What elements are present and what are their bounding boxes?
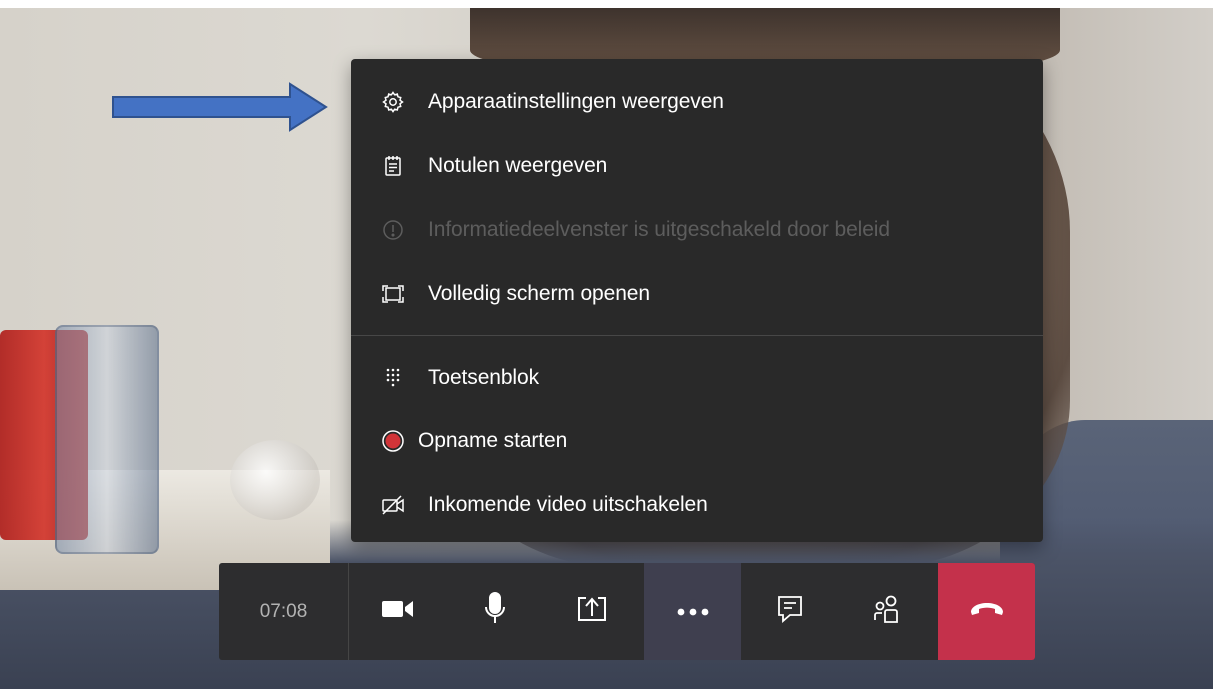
info-icon [381,218,405,242]
menu-item-keypad[interactable]: Toetsenblok [351,353,1043,403]
hang-up-button[interactable] [938,563,1035,660]
menu-item-label: Inkomende video uitschakelen [428,493,708,516]
more-actions-menu: Apparaatinstellingen weergeven Notulen w… [351,59,1043,542]
camera-button[interactable] [349,563,446,660]
camera-icon [381,597,415,626]
notes-icon [381,154,405,178]
video-top-edge [0,0,1213,8]
participants-button[interactable] [838,563,935,660]
chat-button[interactable] [741,563,838,660]
hang-up-icon [970,602,1004,621]
menu-item-fullscreen[interactable]: Volledig scherm openen [351,269,1043,319]
menu-item-label: Toetsenblok [428,366,539,389]
call-timer: 07:08 [219,563,349,660]
menu-item-incoming-video-off[interactable]: Inkomende video uitschakelen [351,480,1043,530]
share-screen-icon [576,594,608,629]
more-actions-button[interactable] [644,563,741,660]
share-screen-button[interactable] [543,563,640,660]
menu-item-device-settings[interactable]: Apparaatinstellingen weergeven [351,77,1043,127]
menu-item-label: Volledig scherm openen [428,282,650,305]
menu-divider [351,335,1043,336]
annotation-arrow-icon [112,82,328,132]
menu-item-label: Notulen weergeven [428,154,608,177]
call-control-bar: 07:08 [219,563,1035,660]
menu-item-info-pane-disabled: Informatiedeelvenster is uitgeschakeld d… [351,205,1043,255]
menu-item-label: Apparaatinstellingen weergeven [428,90,724,113]
video-off-icon [381,493,405,517]
menu-item-label: Informatiedeelvenster is uitgeschakeld d… [428,218,890,241]
more-icon [677,603,709,621]
chat-icon [777,595,803,628]
gear-icon [381,90,405,114]
video-glass-jar [55,325,159,554]
menu-item-start-recording[interactable]: Opname starten [351,416,1043,466]
menu-item-label: Opname starten [418,429,568,452]
menu-item-notes[interactable]: Notulen weergeven [351,141,1043,191]
keypad-icon [381,366,405,390]
record-icon [381,429,405,453]
microphone-button[interactable] [446,563,543,660]
video-bottle [230,440,320,520]
participants-icon [872,594,902,629]
microphone-icon [483,592,507,631]
fullscreen-icon [381,282,405,306]
